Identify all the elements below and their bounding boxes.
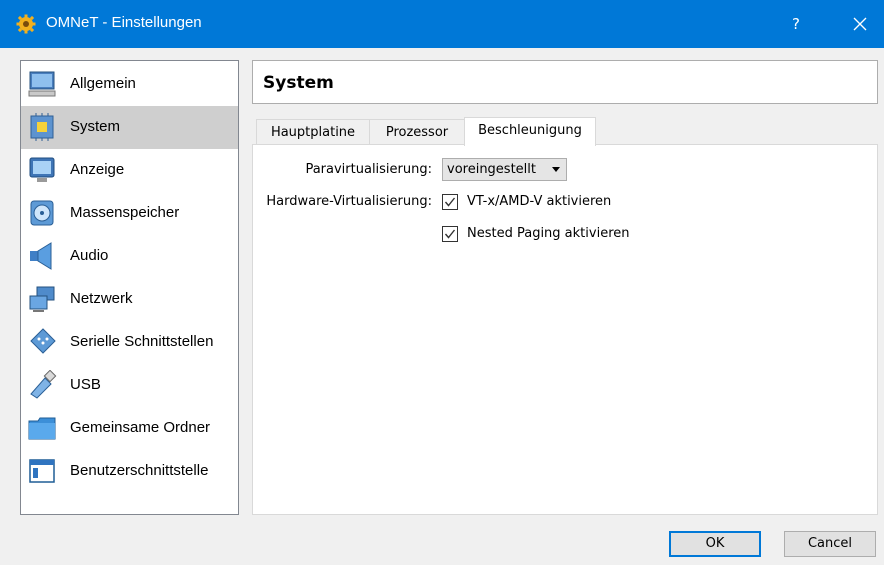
nested-paging-label: Nested Paging aktivieren (467, 226, 630, 241)
chevron-down-icon (552, 167, 560, 172)
paravirtualization-label: Paravirtualisierung: (305, 162, 432, 177)
vtx-checkbox[interactable] (442, 194, 458, 210)
checkmark-icon (444, 197, 456, 207)
title-bar: OMNeT - Einstellungen ? (0, 0, 884, 48)
vtx-label: VT-x/AMD-V aktivieren (467, 194, 612, 209)
app-gear-icon (16, 14, 36, 34)
hardware-virtualization-label: Hardware-Virtualisierung: (266, 194, 432, 209)
sidebar-item-usb[interactable]: USB (21, 364, 238, 407)
sidebar-item-serielle-schnittstellen[interactable]: Serielle Schnittstellen (21, 321, 238, 364)
sidebar-item-label: USB (70, 376, 101, 393)
tab-hauptplatine[interactable]: Hauptplatine (256, 119, 370, 145)
network-icon (29, 286, 55, 312)
window-icon (29, 459, 55, 483)
sidebar-item-anzeige[interactable]: Anzeige (21, 149, 238, 192)
sidebar-item-label: Allgemein (70, 75, 136, 92)
chip-icon (30, 113, 54, 141)
sidebar-item-label: Netzwerk (70, 290, 133, 307)
folder-icon (28, 417, 56, 440)
sidebar-item-audio[interactable]: Audio (21, 235, 238, 278)
paravirtualization-value: voreingestellt (447, 162, 536, 177)
usb-icon (30, 370, 57, 399)
sidebar-item-label: System (70, 118, 121, 135)
page-header: System (252, 60, 878, 104)
sidebar-item-netzwerk[interactable]: Netzwerk (21, 278, 238, 321)
help-button[interactable]: ? (776, 10, 816, 38)
sidebar-item-massenspeicher[interactable]: Massenspeicher (21, 192, 238, 235)
display-icon (29, 157, 55, 182)
sidebar-item-benutzerschnittstelle[interactable]: Benutzerschnittstelle (21, 450, 238, 493)
close-button[interactable] (840, 10, 880, 38)
sidebar-item-label: Anzeige (70, 161, 125, 178)
sidebar-item-label: Serielle Schnittstellen (70, 333, 214, 350)
sidebar-item-gemeinsame-ordner[interactable]: Gemeinsame Ordner (21, 407, 238, 450)
ok-button[interactable]: OK (669, 531, 761, 557)
sidebar-item-label: Massenspeicher (70, 204, 180, 221)
tab-beschleunigung[interactable]: Beschleunigung (464, 117, 596, 146)
sidebar-item-allgemein[interactable]: Allgemein (21, 63, 238, 106)
paravirtualization-select[interactable]: voreingestellt (442, 158, 567, 181)
settings-dialog: OMNeT - Einstellungen ? Allgemein System… (0, 0, 884, 565)
tab-bar: Hauptplatine Prozessor Beschleunigung (252, 117, 878, 146)
window-title: OMNeT - Einstellungen (46, 14, 202, 31)
nested-paging-checkbox[interactable] (442, 226, 458, 242)
speaker-icon (30, 242, 52, 270)
computer-monitor-icon (28, 71, 56, 97)
checkmark-icon (444, 229, 456, 239)
cancel-button[interactable]: Cancel (784, 531, 876, 557)
sidebar-item-label: Audio (70, 247, 109, 264)
tab-prozessor[interactable]: Prozessor (369, 119, 465, 145)
tab-panel-beschleunigung: Paravirtualisierung: voreingestellt Hard… (252, 144, 878, 515)
disk-icon (30, 200, 54, 226)
sidebar-item-label: Benutzerschnittstelle (70, 462, 209, 479)
page-title: System (263, 73, 334, 93)
settings-category-list: Allgemein System Anzeige Massenspeicher … (20, 60, 239, 515)
sidebar-item-system[interactable]: System (21, 106, 238, 149)
sidebar-item-label: Gemeinsame Ordner (70, 419, 211, 436)
serial-port-icon (30, 328, 56, 354)
close-icon (853, 17, 867, 31)
